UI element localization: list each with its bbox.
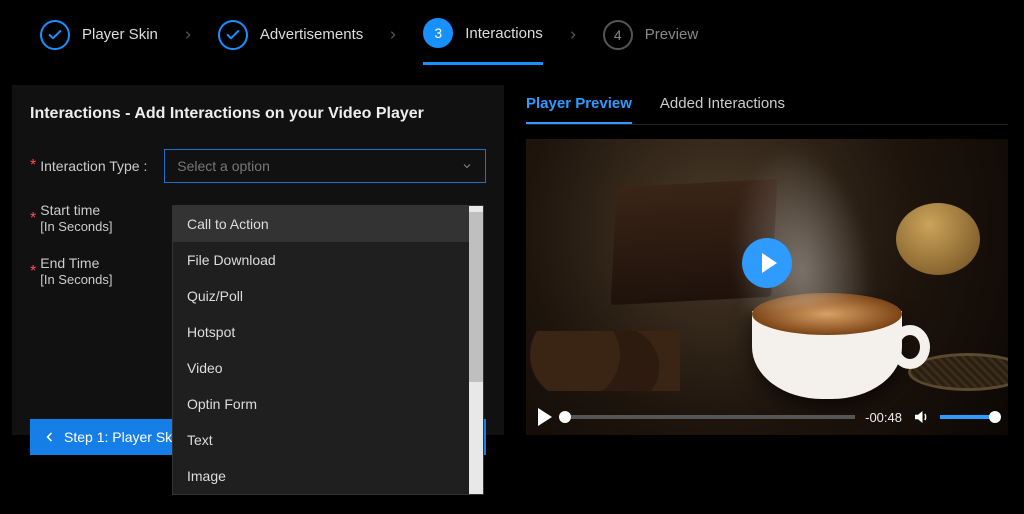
step-player-skin[interactable]: Player Skin (40, 20, 158, 64)
dropdown-option[interactable]: Call to Action (173, 206, 469, 242)
step-advertisements[interactable]: Advertisements (218, 20, 363, 64)
volume-icon[interactable] (912, 408, 930, 426)
dropdown-option[interactable]: File Download (173, 242, 469, 278)
panel-title: Interactions - Add Interactions on your … (30, 105, 486, 123)
dropdown-option[interactable]: Image (173, 458, 469, 494)
chevron-right-icon (363, 30, 423, 54)
step-label: Preview (645, 26, 698, 43)
decor-steam (716, 139, 877, 314)
step-label: Interactions (465, 25, 543, 42)
preview-tabs: Player Preview Added Interactions (526, 85, 1008, 125)
chevron-right-icon (158, 30, 218, 54)
video-controls: -00:48 (526, 399, 1008, 435)
interactions-panel: Interactions - Add Interactions on your … (12, 85, 504, 435)
interaction-type-label: Interaction Type : (40, 158, 164, 174)
dropdown-option[interactable]: Optin Form (173, 386, 469, 422)
chevron-right-icon (543, 30, 603, 54)
step-number-icon: 4 (603, 20, 633, 50)
scroll-thumb[interactable] (469, 212, 483, 382)
start-time-label: Start time [In Seconds] (40, 201, 164, 236)
progress-bar[interactable] (562, 415, 855, 419)
step-preview[interactable]: 4 Preview (603, 20, 698, 64)
scrollbar[interactable] (469, 206, 483, 494)
interaction-type-select[interactable]: Select a option (164, 149, 486, 183)
step-number-icon: 3 (423, 18, 453, 48)
dropdown-option[interactable]: Quiz/Poll (173, 278, 469, 314)
required-icon: * (30, 210, 36, 228)
interaction-type-dropdown: Call to Action File Download Quiz/Poll H… (172, 205, 484, 495)
chevron-down-icon (461, 160, 473, 172)
step-label: Advertisements (260, 26, 363, 43)
required-icon: * (30, 263, 36, 281)
play-button[interactable] (742, 238, 792, 288)
progress-knob[interactable] (559, 411, 571, 423)
wizard-stepper: Player Skin Advertisements 3 Interaction… (0, 0, 1024, 65)
time-remaining: -00:48 (865, 410, 902, 425)
decor-bun (896, 203, 980, 275)
dropdown-option[interactable]: Hotspot (173, 314, 469, 350)
play-icon[interactable] (538, 408, 552, 426)
volume-slider[interactable] (940, 415, 996, 419)
chevron-left-icon (44, 431, 56, 443)
end-time-label: End Time [In Seconds] (40, 254, 164, 289)
video-preview: -00:48 (526, 139, 1008, 435)
check-icon (40, 20, 70, 50)
step-interactions[interactable]: 3 Interactions (423, 18, 543, 65)
check-icon (218, 20, 248, 50)
decor-handle (890, 325, 930, 369)
required-icon: * (30, 157, 36, 175)
preview-panel: Player Preview Added Interactions -00:48 (522, 85, 1012, 435)
tab-player-preview[interactable]: Player Preview (526, 85, 632, 124)
decor-beans (530, 331, 680, 391)
select-placeholder: Select a option (177, 158, 270, 174)
volume-knob[interactable] (989, 411, 1001, 423)
dropdown-option[interactable]: Text (173, 422, 469, 458)
dropdown-option[interactable]: Video (173, 350, 469, 386)
tab-added-interactions[interactable]: Added Interactions (660, 85, 785, 124)
step-label: Player Skin (82, 26, 158, 43)
